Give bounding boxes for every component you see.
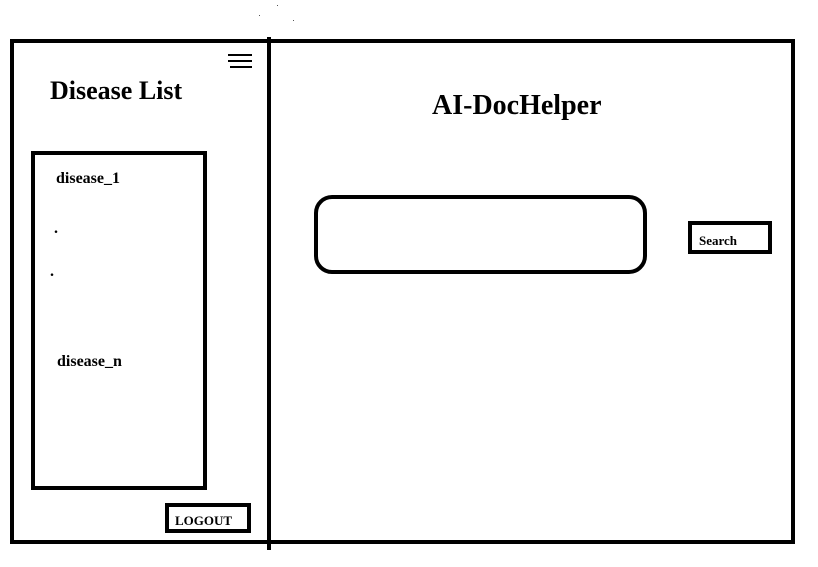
hamburger-menu-icon[interactable] [226,52,252,70]
disease-list-item[interactable]: disease_n [57,353,122,371]
stray-mark [277,5,278,6]
search-input[interactable] [314,195,647,274]
search-button[interactable]: Search [688,221,772,254]
sidebar-title: Disease List [50,76,183,105]
disease-list-item[interactable]: disease_1 [56,170,120,188]
app-title: AI-DocHelper [432,90,602,121]
list-ellipsis-dot: . [50,263,54,280]
sidebar-divider [267,37,271,550]
stray-mark [259,15,260,16]
disease-list: disease_1 . . disease_n [31,151,207,490]
stray-mark [293,20,294,21]
list-ellipsis-dot: . [54,220,58,237]
logout-button[interactable]: LOGOUT [165,503,251,533]
